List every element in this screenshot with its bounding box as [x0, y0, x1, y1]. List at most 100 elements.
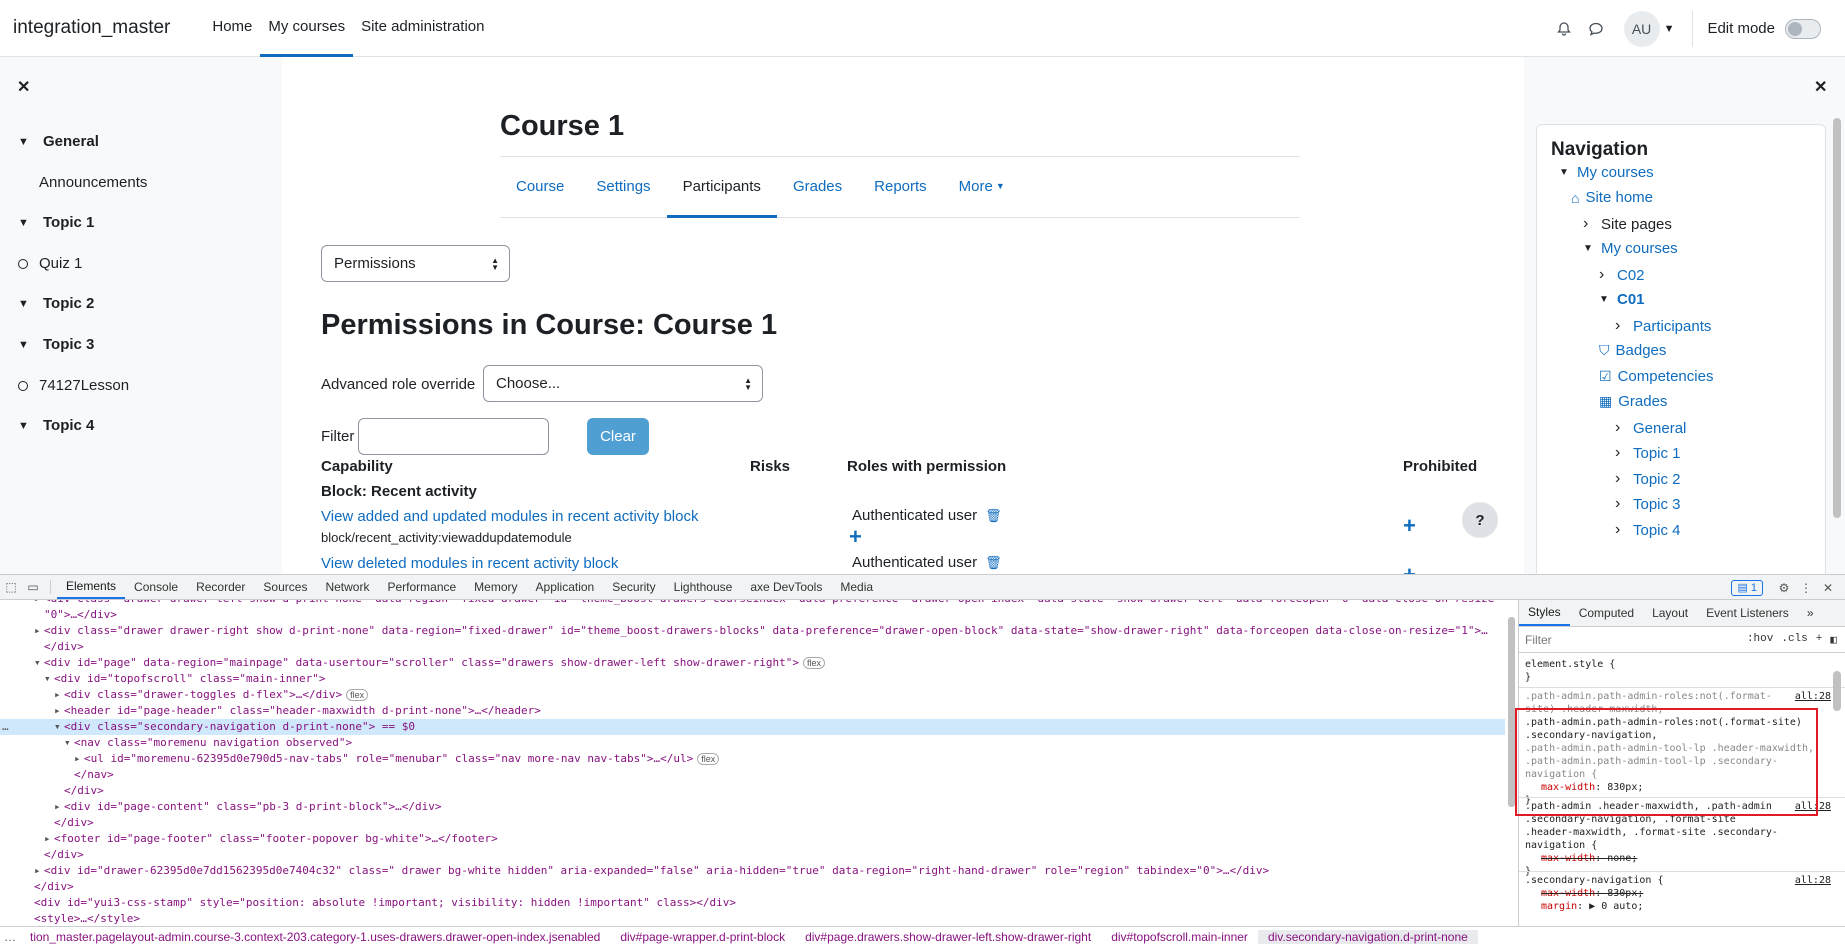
course-index-section-topic-4[interactable]: ▼ Topic 4 — [18, 417, 94, 434]
nav-tree-item[interactable]: ⌂ Site home — [1571, 189, 1653, 206]
dom-node-line[interactable]: "0">…</div> — [0, 607, 1505, 623]
flex-badge[interactable]: flex — [802, 657, 825, 669]
devtools-tab[interactable]: Network — [316, 575, 378, 599]
chevron-down-icon[interactable]: ▼ — [1559, 167, 1571, 178]
advanced-role-override-select[interactable]: Choose... ▲ ▼ — [483, 365, 763, 402]
close-icon[interactable]: ✕ — [17, 77, 30, 97]
expand-right-icon[interactable]: ▸ — [34, 623, 44, 639]
nav-tree-item[interactable]: ▼ My courses — [1559, 164, 1654, 181]
nav-tree-item[interactable]: › Participants — [1615, 317, 1711, 335]
tab-settings[interactable]: Settings — [580, 157, 666, 218]
rule-declaration-overridden[interactable]: max-width: none; — [1525, 852, 1825, 865]
issues-badge[interactable]: ▤ 1 — [1731, 579, 1763, 596]
chevron-down-icon[interactable]: ▼ — [18, 339, 32, 351]
more-tabs-icon[interactable]: » — [1798, 600, 1823, 626]
course-index-section-topic-3[interactable]: ▼ Topic 3 — [18, 336, 94, 353]
clear-button[interactable]: Clear — [587, 418, 649, 455]
chevron-right-icon[interactable]: › — [1583, 215, 1595, 233]
edit-mode-toggle[interactable] — [1785, 18, 1821, 39]
expand-down-icon[interactable]: ▾ — [64, 735, 74, 751]
devtools-tab[interactable]: Sources — [254, 575, 316, 599]
course-index-section-topic-2[interactable]: ▼ Topic 2 — [18, 295, 94, 312]
messages-icon[interactable] — [1580, 13, 1612, 45]
course-index-item-announcements[interactable]: Announcements — [39, 174, 147, 191]
chevron-right-icon[interactable]: › — [1615, 470, 1627, 488]
chevron-down-icon[interactable]: ▼ — [1664, 23, 1675, 35]
rule-source-link[interactable]: all:28 — [1795, 690, 1831, 703]
hover-state-toggle[interactable]: :hov — [1747, 633, 1773, 647]
gear-icon[interactable]: ⚙ — [1773, 577, 1795, 599]
course-index-activity-lesson[interactable]: 74127Lesson — [18, 377, 129, 394]
tab-more[interactable]: More ▼ — [943, 157, 1021, 218]
flex-badge[interactable]: flex — [697, 753, 720, 765]
course-index-section-topic-1[interactable]: ▼ Topic 1 — [18, 214, 94, 231]
dom-node-line[interactable]: ▾ <div id="topofscroll" class="main-inner… — [0, 671, 1505, 687]
dom-node-line[interactable]: ▸ <div id="drawer-62395d0e7dd1562395d0e74… — [0, 863, 1505, 879]
devtools-tab[interactable]: axe DevTools — [741, 575, 831, 599]
capability-link[interactable]: View deleted modules in recent activity … — [321, 555, 618, 572]
chevron-down-icon[interactable]: ▼ — [18, 217, 32, 229]
devtools-tab[interactable]: Performance — [378, 575, 465, 599]
dom-node-line[interactable]: </div> — [0, 783, 1505, 799]
tab-layout[interactable]: Layout — [1643, 600, 1697, 626]
nav-tree-item[interactable]: ⛉ Badges — [1599, 342, 1666, 359]
trash-icon[interactable]: 🗑 — [985, 555, 1002, 571]
trash-icon[interactable]: 🗑 — [985, 508, 1002, 524]
tab-participants[interactable]: Participants — [666, 157, 777, 218]
devtools-tab[interactable]: Media — [831, 575, 882, 599]
dom-node-line[interactable]: ▸ <div class="drawer-toggles d-flex">…</d… — [0, 687, 1505, 703]
devtools-tab[interactable]: Memory — [465, 575, 526, 599]
tab-event-listeners[interactable]: Event Listeners — [1697, 600, 1798, 626]
dom-node-line[interactable]: <div id="yui3-css-stamp" style="position… — [0, 895, 1505, 911]
dom-node-line[interactable]: ▸ <footer id="page-footer" class="footer-… — [0, 831, 1505, 847]
breadcrumb-overflow-icon[interactable]: … — [0, 930, 20, 944]
chevron-right-icon[interactable]: › — [1615, 317, 1627, 335]
nav-tree-item[interactable]: ▼ My courses — [1583, 240, 1678, 257]
devtools-tab[interactable]: Recorder — [187, 575, 254, 599]
close-icon[interactable]: ✕ — [1817, 577, 1839, 599]
nav-tree-item[interactable]: › Topic 1 — [1615, 444, 1681, 462]
class-toggle[interactable]: .cls — [1781, 633, 1807, 647]
expand-down-icon[interactable]: ▾ — [54, 719, 64, 735]
nav-home[interactable]: Home — [204, 0, 260, 57]
expand-right-icon[interactable]: ▸ — [54, 703, 64, 719]
chevron-down-icon[interactable]: ▼ — [1599, 294, 1611, 305]
chevron-down-icon[interactable]: ▼ — [18, 136, 32, 148]
chevron-down-icon[interactable]: ▼ — [1583, 243, 1595, 254]
tab-styles[interactable]: Styles — [1519, 600, 1570, 626]
nav-site-administration[interactable]: Site administration — [353, 0, 492, 57]
filter-input[interactable] — [358, 418, 549, 455]
kebab-menu-icon[interactable]: ⋮ — [1795, 577, 1817, 599]
nav-tree-item[interactable]: ▼ C01 — [1599, 291, 1645, 308]
right-drawer-scrollbar[interactable] — [1833, 118, 1841, 518]
chevron-right-icon[interactable]: › — [1615, 495, 1627, 513]
site-brand[interactable]: integration_master — [13, 17, 170, 39]
devtools-tab[interactable]: Application — [527, 575, 604, 599]
help-button[interactable]: ? — [1462, 502, 1498, 538]
course-index-section-general[interactable]: ▼ General — [18, 133, 99, 150]
chevron-down-icon[interactable]: ▼ — [18, 420, 32, 432]
devtools-tab[interactable]: Lighthouse — [665, 575, 742, 599]
rule-declaration-overridden[interactable]: max-width: 830px; — [1525, 887, 1825, 900]
tab-reports[interactable]: Reports — [858, 157, 943, 218]
expand-right-icon[interactable]: ▸ — [44, 831, 54, 847]
add-role-plus-icon[interactable]: + — [849, 526, 862, 548]
dom-node-line[interactable]: ▸<div class="drawer drawer-left show d-p… — [0, 600, 1505, 607]
breadcrumb-current[interactable]: div.secondary-navigation.d-print-none — [1257, 929, 1478, 944]
nav-tree-item[interactable]: › General — [1615, 419, 1686, 437]
nav-tree-item[interactable]: › Topic 3 — [1615, 495, 1681, 513]
chevron-right-icon[interactable]: › — [1615, 521, 1627, 539]
expand-right-icon[interactable]: ▸ — [34, 600, 44, 607]
tab-grades[interactable]: Grades — [777, 157, 858, 218]
dom-node-line[interactable]: </div> — [0, 879, 1505, 895]
breadcrumb[interactable]: tion_master.pagelayout-admin.course-3.co… — [20, 930, 610, 944]
page-navigation-select[interactable]: Permissions ▲ ▼ — [321, 245, 510, 282]
breadcrumb[interactable]: div#page.drawers.show-drawer-left.show-d… — [795, 930, 1101, 944]
close-icon[interactable]: ✕ — [1814, 77, 1827, 97]
dom-node-line[interactable]: </div> — [0, 815, 1505, 831]
expand-down-icon[interactable]: ▾ — [44, 671, 54, 687]
tab-course[interactable]: Course — [500, 157, 580, 218]
dom-node-line[interactable]: ▾ <div id="page" data-region="mainpage" d… — [0, 655, 1505, 671]
rule-source-link[interactable]: all:28 — [1795, 874, 1831, 887]
dom-node-line[interactable]: <style>…</style> — [0, 911, 1505, 926]
